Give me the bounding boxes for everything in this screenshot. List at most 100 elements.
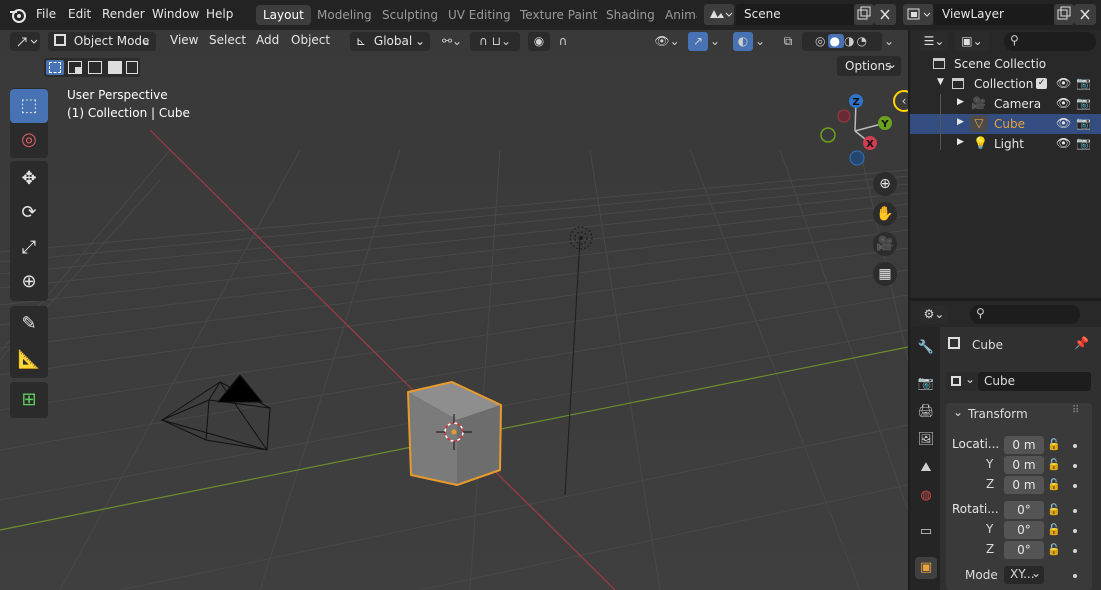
- tab-render[interactable]: 📷: [915, 373, 937, 395]
- tab-modeling[interactable]: Modeling: [317, 8, 372, 22]
- checkbox-icon[interactable]: ✓: [1036, 78, 1047, 89]
- shading-mode-buttons[interactable]: ◎ ● ◑◔: [802, 32, 882, 51]
- solid-shading-icon[interactable]: ●: [827, 34, 844, 48]
- sidebar-toggle-button[interactable]: ‹: [893, 90, 908, 112]
- eye-icon[interactable]: 👁: [1056, 136, 1071, 150]
- keyframe-dot-icon[interactable]: [1073, 574, 1077, 578]
- properties-search-input[interactable]: ⚲: [970, 305, 1080, 324]
- tab-view-layer[interactable]: 🖼: [915, 429, 937, 451]
- select-new-icon[interactable]: [46, 60, 64, 75]
- select-intersect-icon[interactable]: [126, 61, 138, 74]
- rotation-y-field[interactable]: 0°: [1004, 521, 1044, 539]
- expand-right-icon[interactable]: ▶: [957, 97, 964, 107]
- tab-tool[interactable]: 🔧: [915, 337, 937, 359]
- expand-down-icon[interactable]: ▼: [937, 77, 944, 87]
- material-shading-icon[interactable]: ◑: [844, 34, 856, 48]
- transform-panel-header[interactable]: ⌄ Transform ⠿: [946, 403, 1092, 425]
- outliner-search-input[interactable]: ⚲: [1004, 32, 1096, 51]
- options-dropdown[interactable]: Options ⌄: [837, 56, 901, 76]
- lock-icon[interactable]: 🔓: [1047, 438, 1061, 452]
- outliner-editor-type-button[interactable]: ☰⌄: [920, 32, 948, 51]
- rotation-z-field[interactable]: 0°: [1004, 541, 1044, 559]
- display-mode-button[interactable]: ▣⌄: [955, 32, 989, 51]
- tab-output[interactable]: 🖨: [915, 401, 937, 423]
- keyframe-dot-icon[interactable]: [1073, 549, 1077, 553]
- keyframe-dot-icon[interactable]: [1073, 509, 1077, 513]
- snap-button[interactable]: ∩ ⊔⌄: [470, 32, 520, 51]
- scene-close-button[interactable]: [874, 4, 896, 25]
- expand-right-icon[interactable]: ▶: [957, 117, 964, 127]
- tool-add-cube[interactable]: ⊞: [10, 383, 48, 417]
- menu-window[interactable]: Window: [152, 7, 199, 21]
- camera-render-icon[interactable]: 📷: [1076, 76, 1091, 90]
- viewlayer-selector-button[interactable]: [903, 4, 933, 25]
- outliner-row-collection[interactable]: ▼ Collection ✓ 👁 📷: [910, 74, 1101, 94]
- tool-select-box[interactable]: ⬚: [10, 89, 48, 123]
- lock-icon[interactable]: 🔓: [1047, 523, 1061, 537]
- xray-toggle-button[interactable]: ⧉: [778, 32, 798, 51]
- menu-file[interactable]: File: [36, 7, 56, 21]
- menu-edit[interactable]: Edit: [68, 7, 91, 21]
- outliner-row-light[interactable]: ▶ 💡 Light 👁 📷: [910, 134, 1101, 154]
- select-invert-icon[interactable]: [108, 61, 122, 74]
- properties-editor-type-button[interactable]: ⚙⌄: [920, 305, 948, 324]
- eye-icon[interactable]: 👁: [1056, 76, 1071, 90]
- ortho-toggle-button[interactable]: ▦: [873, 262, 897, 286]
- eye-icon[interactable]: 👁: [1056, 116, 1071, 130]
- transform-orientation-dropdown[interactable]: ⊾ Global ⌄: [350, 32, 430, 51]
- cube-object[interactable]: [407, 381, 502, 486]
- rendered-shading-icon[interactable]: ◔: [856, 34, 868, 48]
- outliner-row-cube[interactable]: ▶ ▽ Cube 👁 📷: [910, 114, 1101, 134]
- gizmo-dropdown[interactable]: ⌄: [708, 32, 722, 51]
- tab-scene[interactable]: ⛰: [915, 457, 937, 479]
- visibility-dropdown[interactable]: 👁⌄: [650, 32, 684, 51]
- menu-help[interactable]: Help: [206, 7, 233, 21]
- select-extend-icon[interactable]: [68, 61, 82, 74]
- menu-view[interactable]: View: [170, 33, 198, 47]
- 3d-viewport[interactable]: Object Mode ⌄ View Select Add Object ⊾ G…: [0, 30, 908, 590]
- tab-texture-paint[interactable]: Texture Paint: [520, 8, 597, 22]
- viewlayer-copy-button[interactable]: [1054, 4, 1074, 25]
- camera-render-icon[interactable]: 📷: [1076, 116, 1091, 130]
- scene-copy-button[interactable]: [854, 4, 874, 25]
- tool-scale[interactable]: ⤢: [10, 231, 48, 265]
- lock-icon[interactable]: 🔓: [1047, 458, 1061, 472]
- tool-move[interactable]: ✥: [10, 162, 48, 196]
- menu-add[interactable]: Add: [256, 33, 279, 47]
- keyframe-dot-icon[interactable]: [1073, 484, 1077, 488]
- tab-collection[interactable]: ▭: [915, 521, 937, 543]
- rotation-x-field[interactable]: 0°: [1004, 501, 1044, 519]
- tab-layout[interactable]: Layout: [256, 5, 311, 25]
- rotation-mode-dropdown[interactable]: XY... ⌄: [1004, 566, 1044, 584]
- tab-shading[interactable]: Shading: [606, 8, 655, 22]
- lock-icon[interactable]: 🔓: [1047, 543, 1061, 557]
- pan-button[interactable]: ✋: [873, 202, 897, 226]
- viewlayer-close-button[interactable]: [1074, 4, 1096, 25]
- pivot-point-button[interactable]: ⚯⌄: [436, 32, 468, 51]
- keyframe-dot-icon[interactable]: [1073, 529, 1077, 533]
- keyframe-dot-icon[interactable]: [1073, 444, 1077, 448]
- proportional-edit-button[interactable]: ◉: [528, 32, 550, 51]
- tab-sculpting[interactable]: Sculpting: [382, 8, 438, 22]
- shading-dropdown[interactable]: ⌄: [882, 32, 896, 51]
- outliner-row-camera[interactable]: ▶ 🎥 Camera 👁 📷: [910, 94, 1101, 114]
- tool-rotate[interactable]: ⟳: [10, 196, 48, 230]
- scene-selector-button[interactable]: [704, 4, 734, 25]
- keyframe-dot-icon[interactable]: [1073, 464, 1077, 468]
- camera-render-icon[interactable]: 📷: [1076, 96, 1091, 110]
- gizmo-toggle-button[interactable]: ↗: [688, 32, 708, 51]
- tab-object[interactable]: ▣: [915, 557, 937, 579]
- mode-dropdown[interactable]: Object Mode ⌄: [48, 32, 156, 51]
- menu-object[interactable]: Object: [291, 33, 330, 47]
- location-y-field[interactable]: 0 m: [1004, 456, 1044, 474]
- tab-world[interactable]: ◍: [915, 485, 937, 507]
- zoom-button[interactable]: ⊕: [873, 172, 897, 196]
- location-x-field[interactable]: 0 m: [1004, 436, 1044, 454]
- lock-icon[interactable]: 🔓: [1047, 478, 1061, 492]
- datablock-name-field[interactable]: Cube: [978, 372, 1091, 391]
- scene-name-field[interactable]: Scene: [736, 4, 854, 25]
- navigation-gizmo[interactable]: Z Y X: [814, 90, 900, 166]
- select-subtract-icon[interactable]: [88, 61, 102, 74]
- expand-right-icon[interactable]: ▶: [957, 137, 964, 147]
- wireframe-shading-icon[interactable]: ◎: [815, 34, 827, 48]
